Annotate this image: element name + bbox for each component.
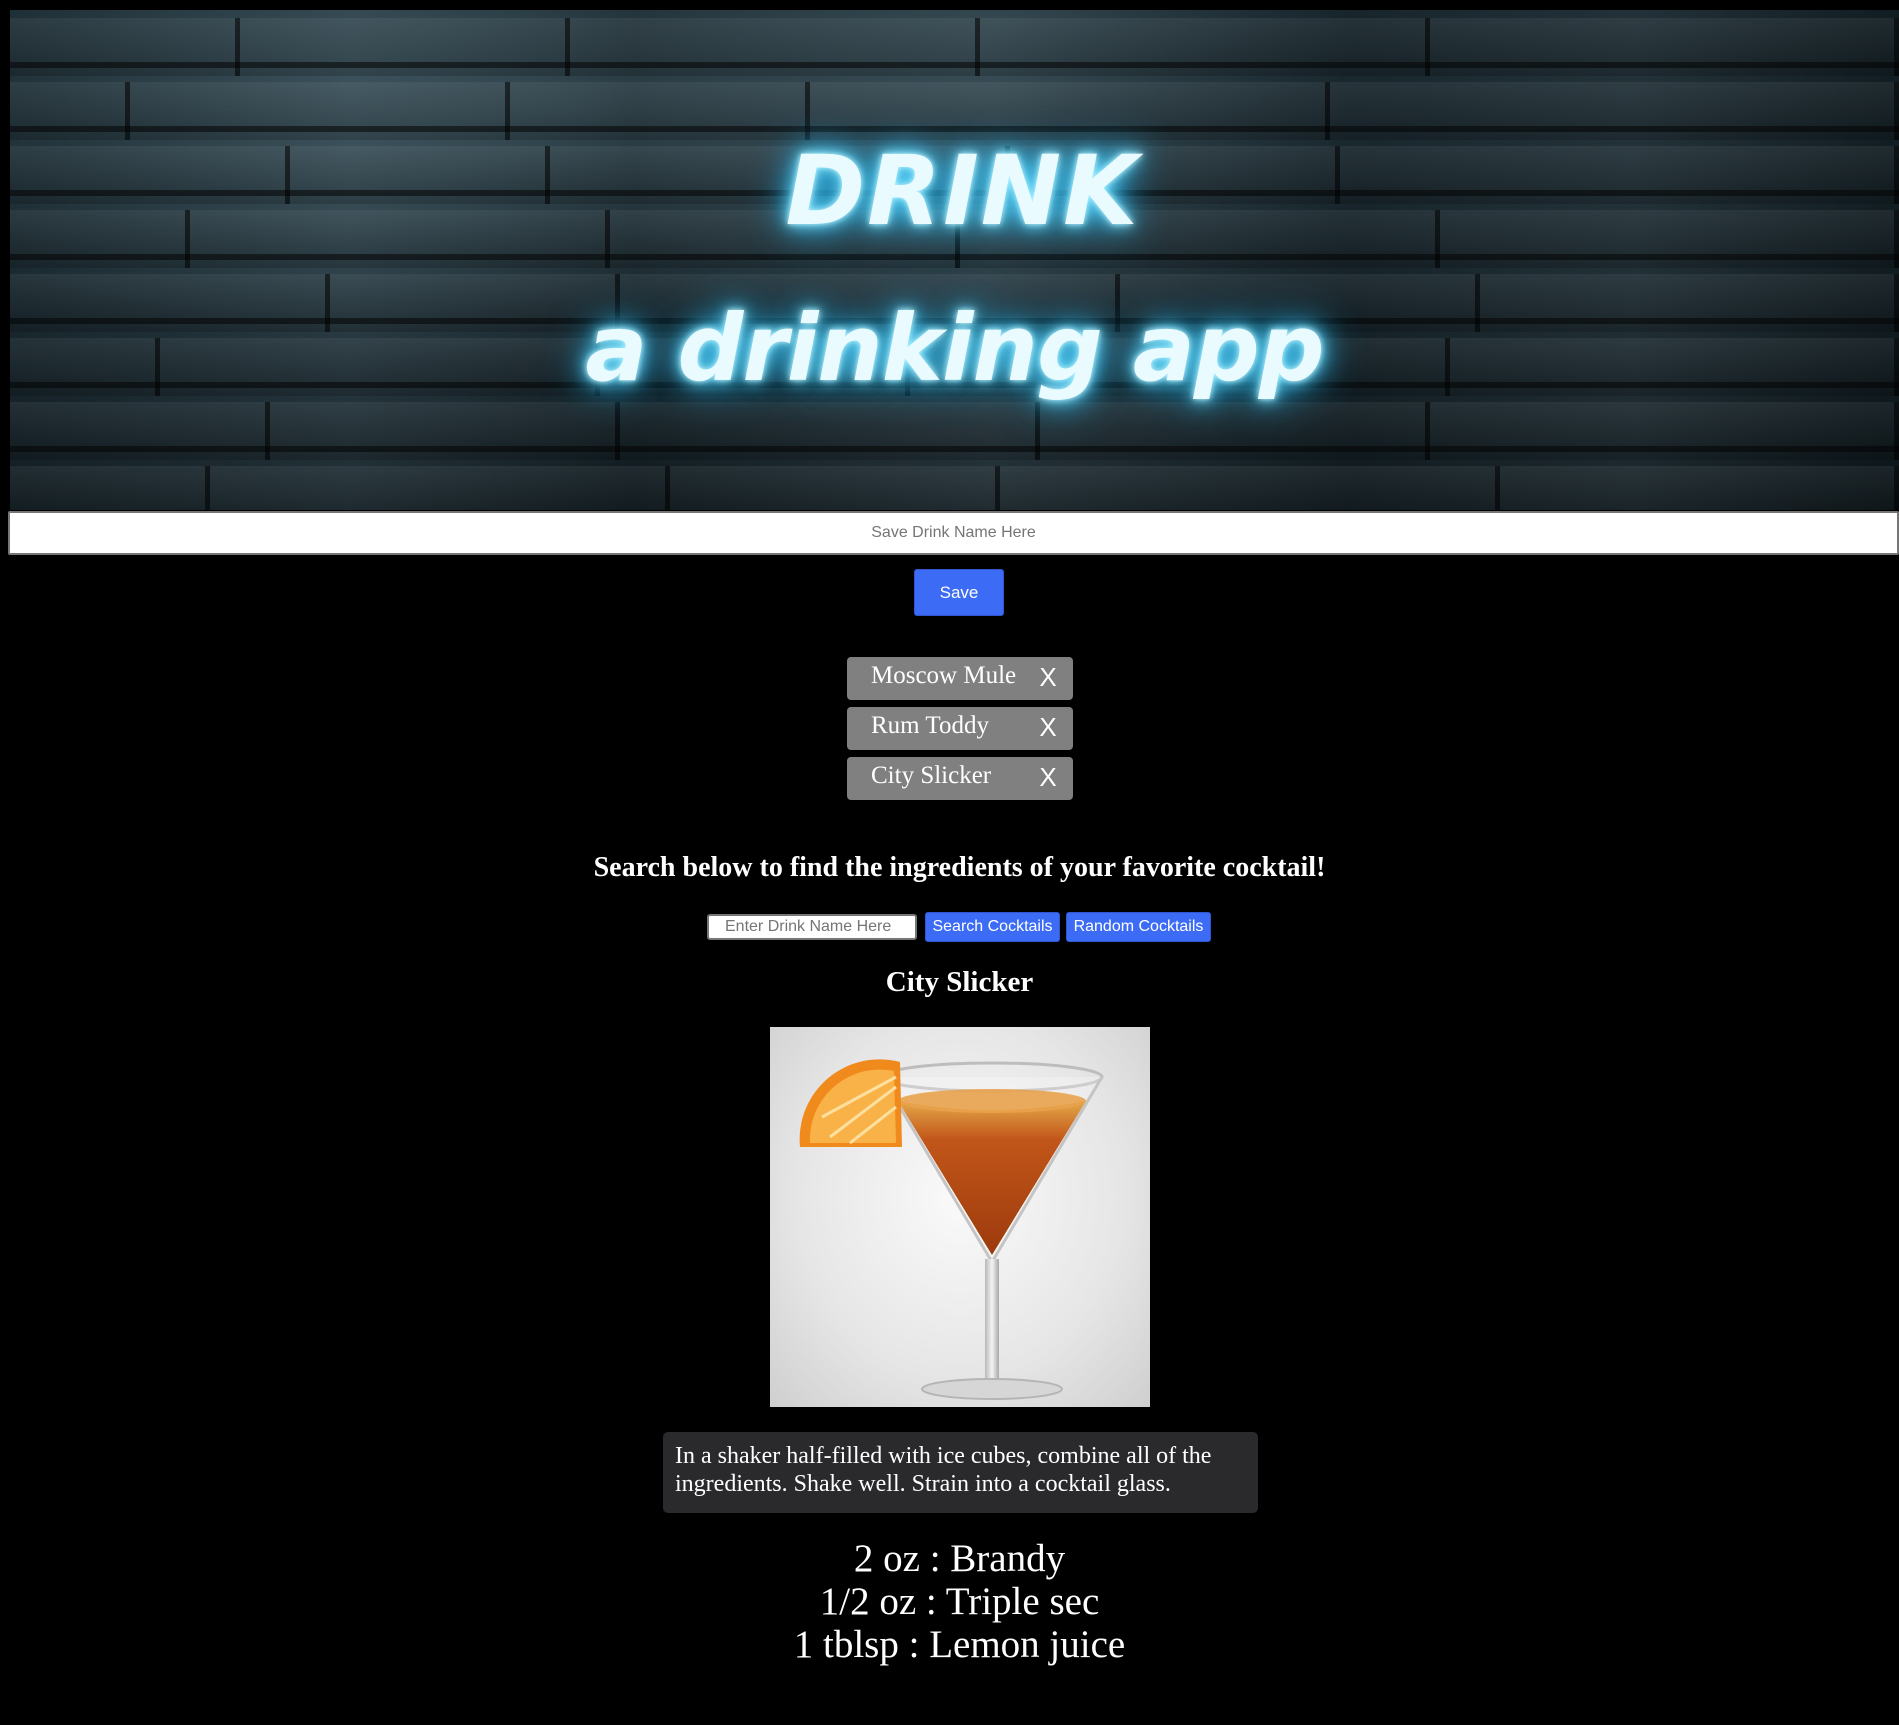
cocktail-image xyxy=(770,1027,1150,1407)
saved-drink-item[interactable]: Rum Toddy X xyxy=(847,707,1073,750)
ingredient-name: Triple sec xyxy=(945,1580,1100,1623)
saved-drink-name[interactable]: Moscow Mule xyxy=(871,662,1016,690)
page: DRINK a drinking app Save Moscow Mule X … xyxy=(0,0,1899,1725)
saved-drink-name[interactable]: Rum Toddy xyxy=(871,712,989,740)
hero-subtitle: a drinking app xyxy=(585,295,1324,402)
ingredient-name: Lemon juice xyxy=(929,1623,1126,1666)
ingredient-item: 2 oz : Brandy xyxy=(853,1537,1066,1580)
remove-saved-drink-button[interactable]: X xyxy=(1033,712,1063,743)
instructions-box: In a shaker half-filled with ice cubes, … xyxy=(663,1432,1258,1513)
save-drink-input[interactable] xyxy=(8,511,1899,555)
ingredient-measure: 2 oz xyxy=(853,1537,920,1580)
remove-saved-drink-button[interactable]: X xyxy=(1033,762,1063,793)
hero-banner: DRINK a drinking app xyxy=(10,10,1899,510)
cocktail-glass-illustration xyxy=(799,1059,1104,1400)
hero-title: DRINK xyxy=(785,135,1140,247)
ingredient-item: 1 tblsp : Lemon juice xyxy=(793,1623,1126,1666)
saved-drink-item[interactable]: Moscow Mule X xyxy=(847,657,1073,700)
remove-saved-drink-button[interactable]: X xyxy=(1033,662,1063,693)
ingredient-measure: 1/2 oz xyxy=(819,1580,917,1623)
ingredient-item: 1/2 oz : Triple sec xyxy=(819,1580,1100,1623)
ingredient-name: Brandy xyxy=(950,1537,1066,1580)
saved-drink-item[interactable]: City Slicker X xyxy=(847,757,1073,800)
saved-drinks-list: Moscow Mule X Rum Toddy X City Slicker X xyxy=(847,657,1073,807)
wall-bricks xyxy=(10,18,1899,76)
ingredients-list: 2 oz : Brandy 1/2 oz : Triple sec 1 tbls… xyxy=(0,1537,1899,1666)
random-cocktails-button[interactable]: Random Cocktails xyxy=(1066,912,1211,942)
drink-title: City Slicker xyxy=(885,966,1034,998)
ingredient-measure: 1 tblsp xyxy=(793,1623,899,1666)
search-cocktails-button[interactable]: Search Cocktails xyxy=(925,912,1060,942)
drink-search-input[interactable] xyxy=(707,914,917,940)
search-heading: Search below to find the ingredients of … xyxy=(593,852,1326,883)
save-button[interactable]: Save xyxy=(914,569,1004,616)
saved-drink-name[interactable]: City Slicker xyxy=(871,762,991,790)
